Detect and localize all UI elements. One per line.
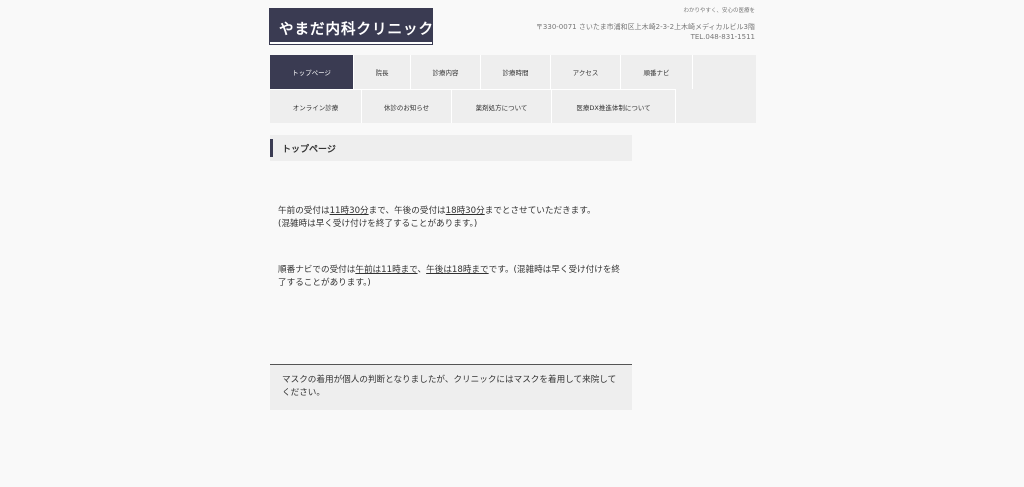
nav-item-label: 薬剤処方について [475,103,528,112]
page: やまだ内科クリニック わかりやすく、安心の医療を 〒330-0071 さいたま市… [0,0,1024,487]
text-segment: 午前の受付は [278,206,330,216]
tagline: わかりやすく、安心の医療を [683,8,755,14]
nav-item-label: 診療内容 [432,69,459,77]
nav-item-label: アクセス [572,69,599,77]
text-segment: 順番ナビでの受付は [278,265,356,275]
text-segment: まで、午後の受付は [368,206,446,216]
text-segment: までとさせていただきます。 [484,206,596,216]
title-accent [270,139,273,157]
nav-item-hours[interactable]: 診療時間 [481,55,551,89]
nav-item-services[interactable]: 診療内容 [411,55,481,89]
nav-item-label: 診療時間 [502,69,529,77]
nav-item-medical-dx[interactable]: 医療DX推進体制について [552,89,676,123]
nav-item-online[interactable]: オンライン診療 [270,89,362,123]
nav-item-label: 順番ナビ [643,69,670,77]
notice-text: マスクの着用が個人の判断となりましたが、クリニックにはマスクを着用して来院してく… [282,375,617,398]
afternoon-navi-deadline: 午後は18時まで [426,265,489,275]
text-segment: 、 [417,265,427,275]
main-nav: トップページ 院長 診療内容 診療時間 アクセス 順番ナビ オンライン診療 休診… [270,55,756,123]
queue-navi-text: 順番ナビでの受付は午前は11時まで、午後は18時までです。(混雑時は早く受け付け… [278,264,628,290]
clinic-logo[interactable]: やまだ内科クリニック [270,9,434,44]
morning-navi-deadline: 午前は11時まで [355,265,418,275]
logo-text: やまだ内科クリニック [279,22,434,38]
page-title-bar: トップページ [270,135,632,161]
nav-item-top[interactable]: トップページ [270,55,354,89]
text-segment: (混雑時は早く受け付けを終了することがあります。) [278,219,478,229]
nav-item-access[interactable]: アクセス [551,55,621,89]
clinic-address: 〒330-0071 さいたま市浦和区上木崎2-3-2上木崎メディカルビル3階 [535,23,755,31]
nav-item-queue-navi[interactable]: 順番ナビ [621,55,693,89]
nav-item-label: 休診のお知らせ [383,103,430,112]
page-title: トップページ [282,144,336,155]
nav-item-prescription[interactable]: 薬剤処方について [452,89,552,123]
nav-item-director[interactable]: 院長 [354,55,411,89]
nav-item-label: オンライン診療 [292,103,339,112]
nav-item-closures[interactable]: 休診のお知らせ [362,89,452,123]
nav-item-label: 医療DX推進体制について [576,103,651,112]
mask-notice: マスクの着用が個人の判断となりましたが、クリニックにはマスクを着用して来院してく… [270,364,632,410]
reception-hours-text: 午前の受付は11時30分まで、午後の受付は18時30分までとさせていただきます。… [278,205,628,231]
clinic-tel: TEL.048-831-1511 [690,33,755,41]
afternoon-deadline: 18時30分 [445,206,485,216]
nav-item-label: 院長 [375,69,389,77]
morning-deadline: 11時30分 [329,206,369,216]
nav-item-label: トップページ [292,69,331,77]
